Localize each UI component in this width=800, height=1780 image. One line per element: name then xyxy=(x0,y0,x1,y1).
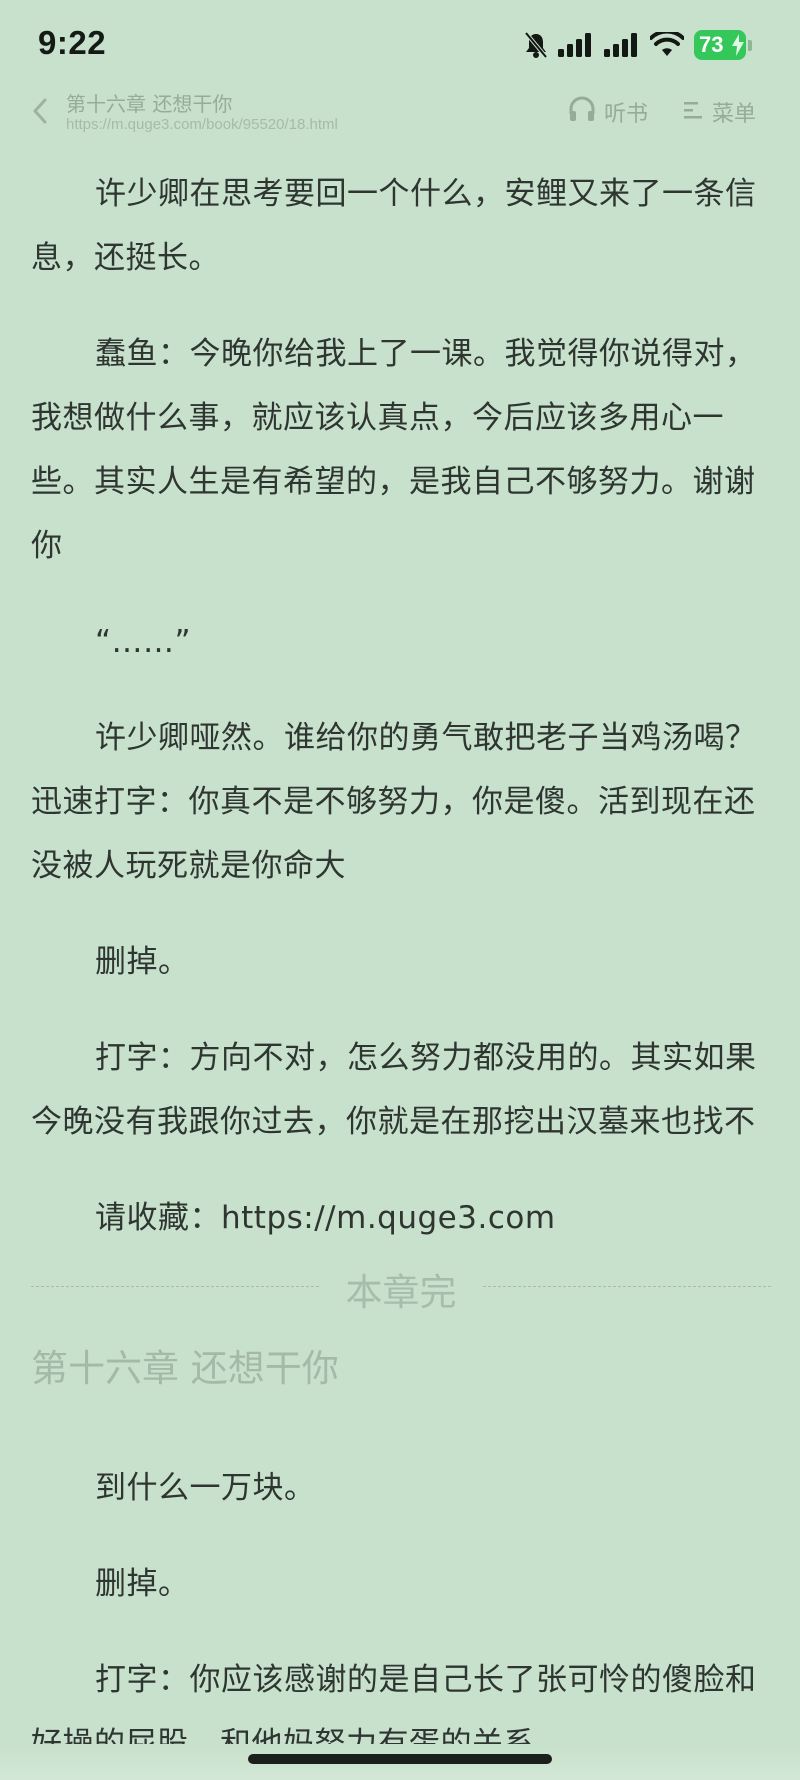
back-icon[interactable] xyxy=(32,98,48,128)
signal-icon xyxy=(604,33,640,57)
listen-button[interactable]: 听书 xyxy=(568,96,648,128)
menu-icon xyxy=(684,100,702,125)
chapter-end-label: 本章完 xyxy=(345,1271,457,1314)
paragraph: 打字：你应该感谢的是自己长了张可怜的傻脸和好操的屁股，和他妈努力有蛋的关系 xyxy=(31,1662,757,1744)
paragraph: 蠢鱼：今晚你给我上了一课。我觉得你说得对，我想做什么事，就应该认真点，今后应该多… xyxy=(31,336,757,564)
chapter-url: https://m.quge3.com/book/95520/18.html xyxy=(66,116,338,133)
paragraph: 到什么一万块。 xyxy=(95,1470,316,1506)
listen-label: 听书 xyxy=(604,102,649,127)
status-time: 9:22 xyxy=(38,24,107,61)
paragraph: “……” xyxy=(95,624,192,660)
battery-charging-icon: 73 xyxy=(694,30,746,60)
paragraph: 删掉。 xyxy=(95,944,190,980)
home-indicator[interactable] xyxy=(248,1754,552,1764)
paragraph: 删掉。 xyxy=(95,1566,190,1602)
bell-muted-icon xyxy=(524,31,548,59)
headphones-icon xyxy=(568,96,596,128)
signal-icon xyxy=(558,33,594,57)
reader-header: 第十六章 还想干你 https://m.quge3.com/book/95520… xyxy=(0,84,800,144)
battery-level: 73 xyxy=(699,32,724,57)
battery-cap xyxy=(748,39,752,51)
chapter-title: 第十六章 还想干你 xyxy=(66,92,233,116)
bookmark-reminder: 请收藏：https://m.quge3.com xyxy=(95,1200,556,1236)
next-chapter-title: 第十六章 还想干你 xyxy=(31,1347,339,1390)
chapter-end-divider: 本章完 xyxy=(31,1262,771,1314)
divider-line xyxy=(483,1286,771,1287)
paragraph: 许少卿哑然。谁给你的勇气敢把老子当鸡汤喝？迅速打字：你真不是不够努力，你是傻。活… xyxy=(31,720,757,884)
status-bar: 9:22 73 xyxy=(0,0,800,90)
menu-label: 菜单 xyxy=(712,102,757,127)
menu-button[interactable]: 菜单 xyxy=(684,96,756,128)
wifi-icon xyxy=(650,32,684,58)
status-icons: 73 xyxy=(524,30,752,60)
paragraph: 许少卿在思考要回一个什么，安鲤又来了一条信息，还挺长。 xyxy=(31,176,757,276)
paragraph: 打字：方向不对，怎么努力都没用的。其实如果今晚没有我跟你过去，你就是在那挖出汉墓… xyxy=(31,1040,757,1140)
